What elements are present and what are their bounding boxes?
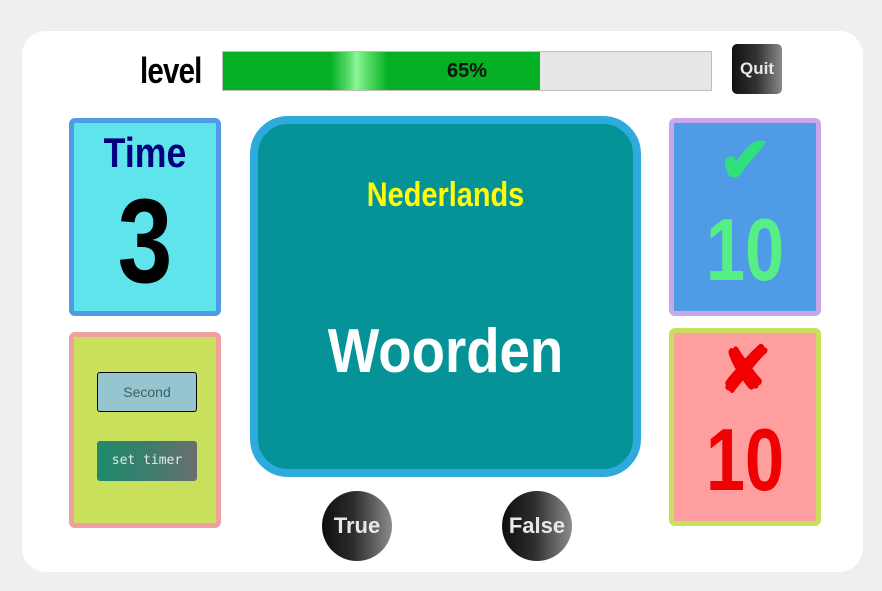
time-label: Time bbox=[103, 129, 187, 176]
set-timer-button[interactable]: set timer bbox=[97, 441, 197, 481]
question-card: Nederlands Woorden bbox=[250, 116, 641, 477]
correct-count: 10 bbox=[705, 200, 785, 299]
correct-score-panel: ✔ 10 bbox=[669, 118, 821, 316]
time-panel: Time 3 bbox=[69, 118, 221, 316]
language-label: Nederlands bbox=[366, 176, 525, 214]
level-label: level bbox=[140, 50, 202, 91]
check-icon: ✔ bbox=[718, 124, 772, 196]
level-progress-bar: 65% bbox=[222, 51, 712, 91]
quit-button[interactable]: Quit bbox=[732, 44, 782, 94]
time-value: 3 bbox=[117, 174, 173, 308]
second-input[interactable] bbox=[97, 372, 197, 412]
wrong-count: 10 bbox=[705, 410, 785, 509]
cross-icon: ✘ bbox=[718, 334, 772, 406]
question-word: Woorden bbox=[327, 317, 564, 386]
level-progress-text: 65% bbox=[446, 60, 488, 82]
false-button[interactable]: False bbox=[502, 491, 572, 561]
wrong-score-panel: ✘ 10 bbox=[669, 328, 821, 526]
timer-settings-panel: set timer bbox=[69, 332, 221, 528]
true-button[interactable]: True bbox=[322, 491, 392, 561]
